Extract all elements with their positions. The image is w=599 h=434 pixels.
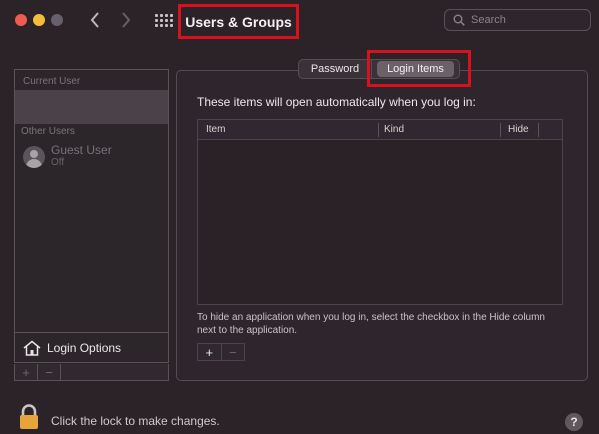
lock-status-text[interactable]: Click the lock to make changes. (51, 414, 220, 428)
help-icon: ? (570, 415, 578, 429)
guest-user-status: Off (51, 157, 65, 168)
column-header-hide[interactable]: Hide (508, 124, 529, 135)
guest-user-name[interactable]: Guest User (51, 143, 112, 157)
column-header-item[interactable]: Item (206, 124, 225, 135)
login-options-label: Login Options (47, 340, 122, 355)
window-title: Users & Groups (185, 13, 292, 30)
column-divider (500, 123, 501, 137)
forward-chevron-icon (122, 12, 131, 28)
remove-user-button[interactable]: − (38, 364, 61, 380)
table-header: Item Kind Hide (198, 120, 562, 140)
login-items-table[interactable]: Item Kind Hide (197, 119, 563, 305)
current-user-row[interactable] (15, 90, 168, 124)
show-all-grid-icon[interactable] (155, 12, 173, 28)
login-item-add-remove-controls: + − (197, 343, 245, 361)
current-user-label: Current User (23, 76, 81, 87)
back-button[interactable] (85, 9, 105, 31)
user-add-remove-controls: + − (14, 364, 169, 381)
forward-button[interactable] (116, 9, 136, 31)
remove-login-item-button[interactable]: − (222, 344, 245, 361)
add-login-item-button[interactable]: + (198, 344, 222, 361)
guest-avatar-icon (23, 146, 45, 168)
help-button[interactable]: ? (565, 413, 583, 431)
add-user-button[interactable]: + (15, 364, 38, 380)
login-items-highlight-box (367, 50, 471, 87)
zoom-window-button[interactable] (51, 14, 63, 26)
search-icon (453, 14, 465, 26)
house-icon (23, 340, 41, 356)
search-field[interactable]: Search (444, 9, 591, 31)
minimize-window-button[interactable] (33, 14, 45, 26)
login-items-description: These items will open automatically when… (197, 95, 476, 109)
column-header-kind[interactable]: Kind (384, 124, 404, 135)
search-placeholder: Search (471, 14, 506, 26)
column-divider (538, 123, 539, 137)
lock-icon[interactable] (18, 404, 40, 430)
login-options-button[interactable]: Login Options (15, 332, 168, 362)
title-highlight-box: Users & Groups (178, 4, 299, 39)
close-window-button[interactable] (15, 14, 27, 26)
other-users-label: Other Users (21, 126, 75, 137)
users-sidebar: Current User Other Users Guest User Off … (14, 69, 169, 363)
back-chevron-icon (90, 12, 99, 28)
hide-hint-text: To hide an application when you log in, … (197, 312, 545, 336)
tab-password[interactable]: Password (298, 59, 372, 79)
column-divider (378, 123, 379, 137)
